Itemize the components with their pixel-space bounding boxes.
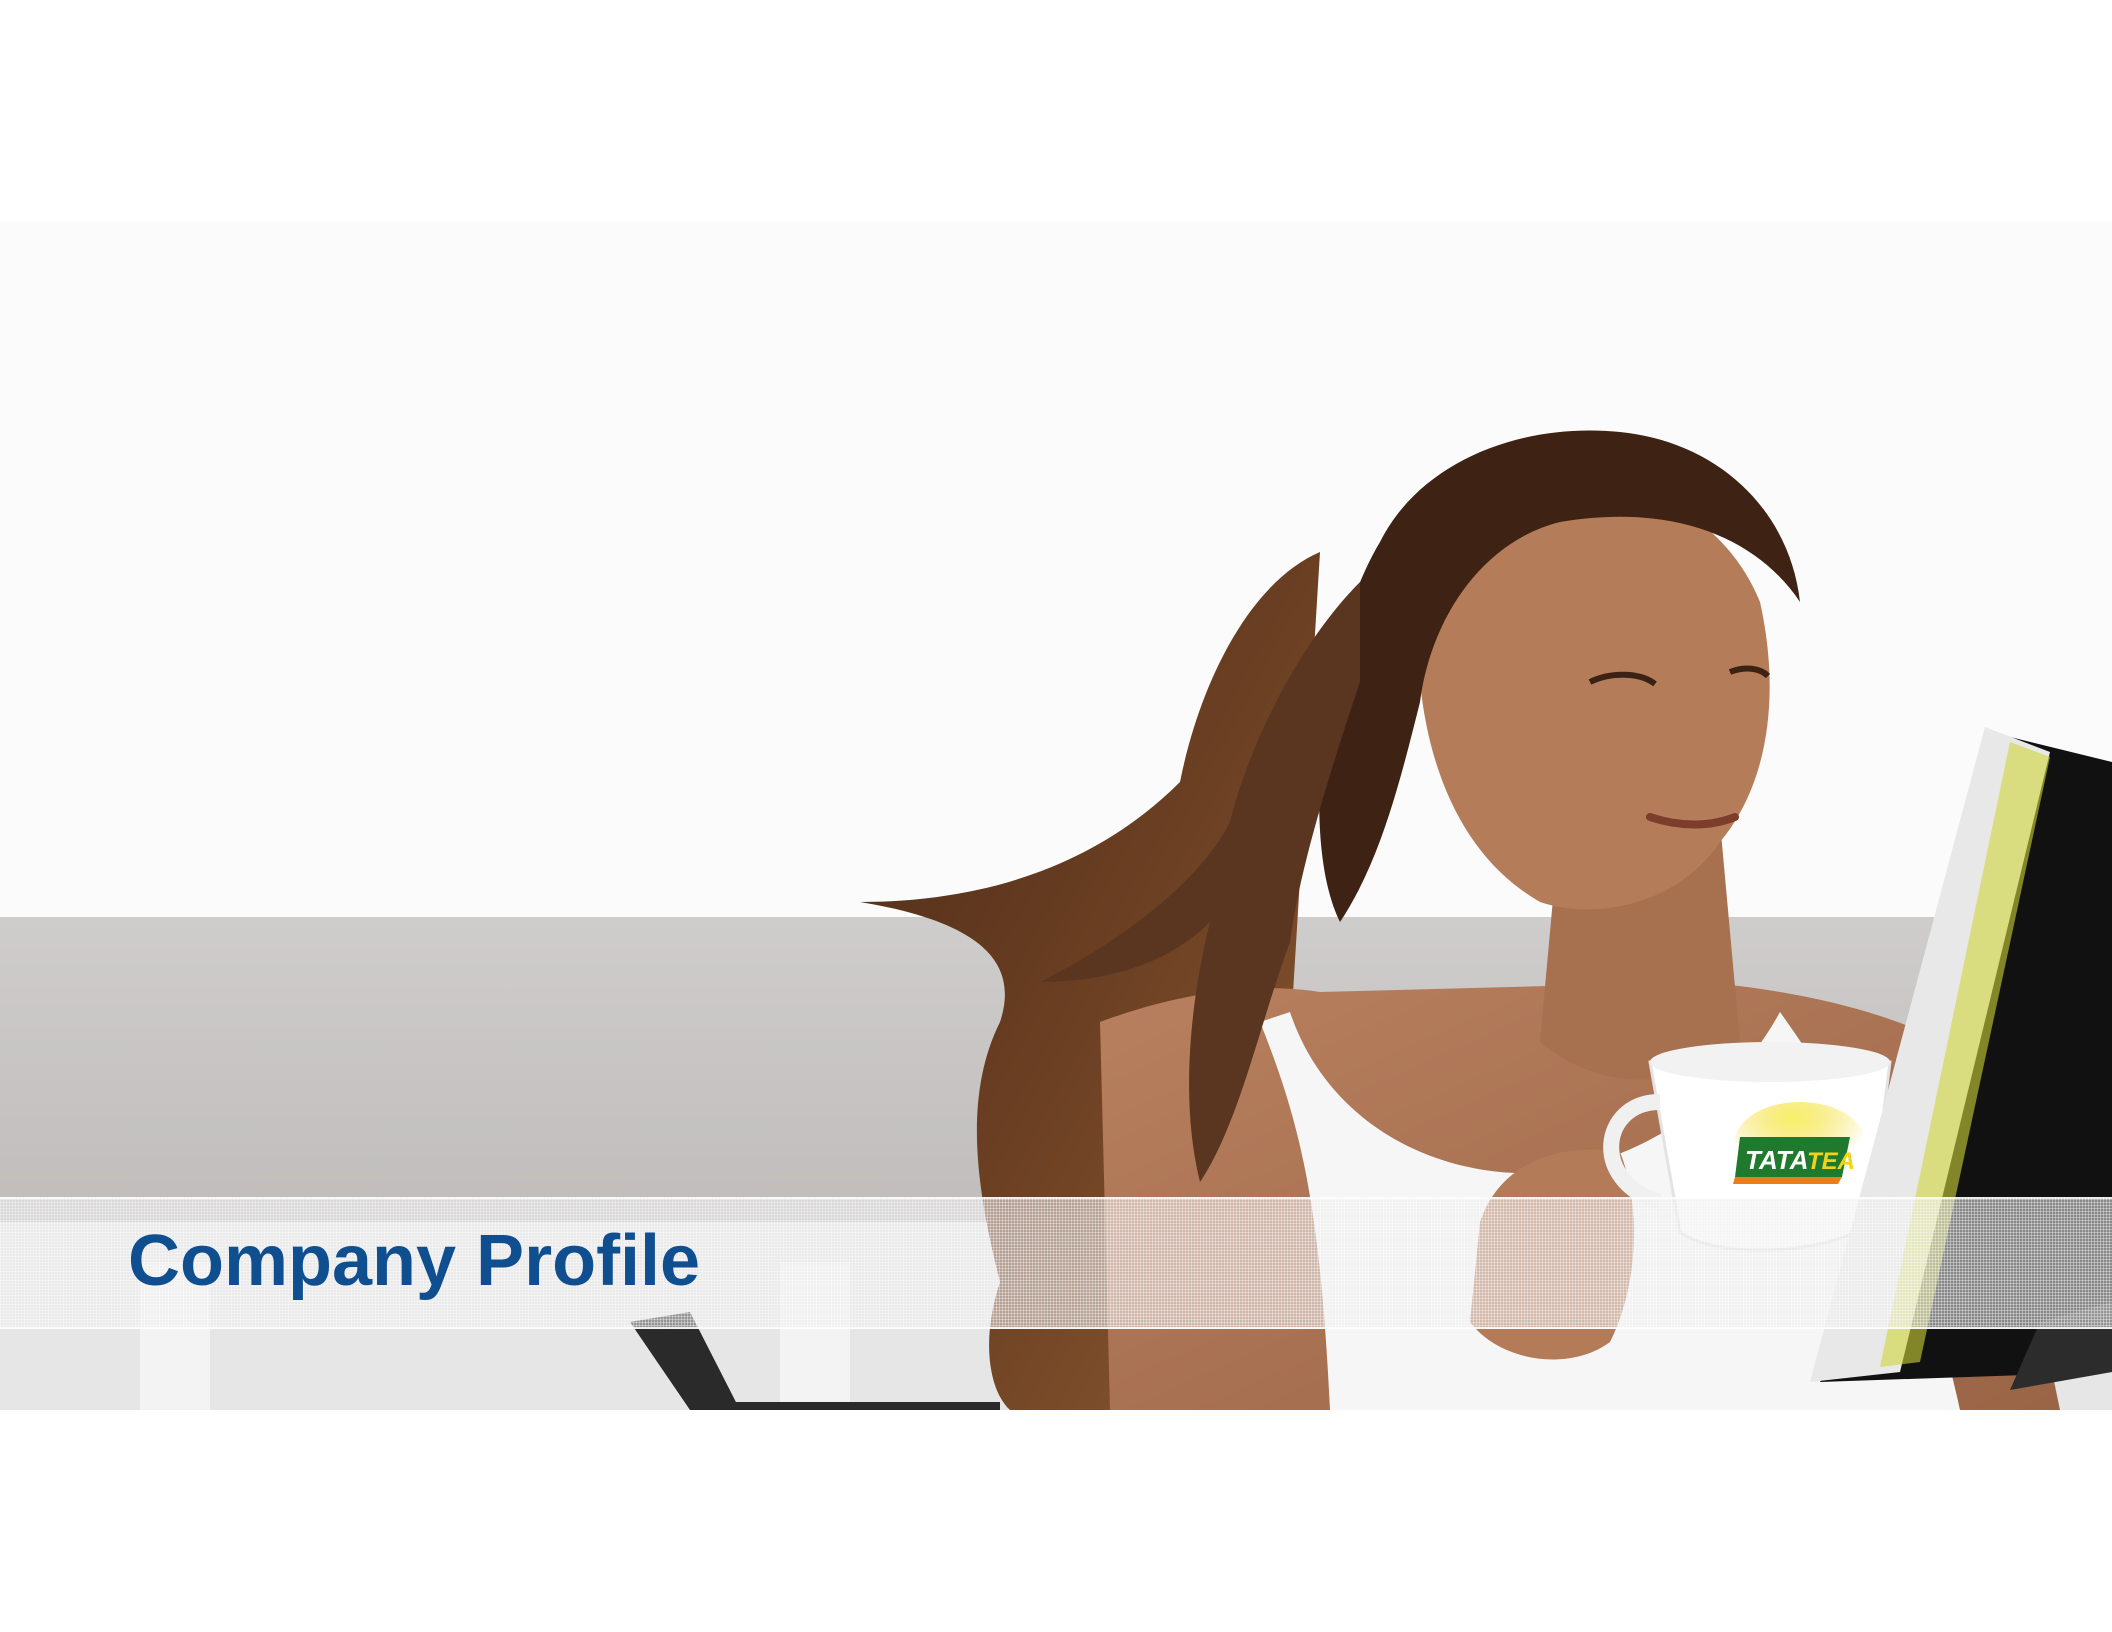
sky-background xyxy=(0,222,2112,922)
logo-word-tata: TATA xyxy=(1745,1145,1809,1175)
logo-word-tea: TEA xyxy=(1807,1148,1855,1175)
page-title: Company Profile xyxy=(128,1221,701,1301)
